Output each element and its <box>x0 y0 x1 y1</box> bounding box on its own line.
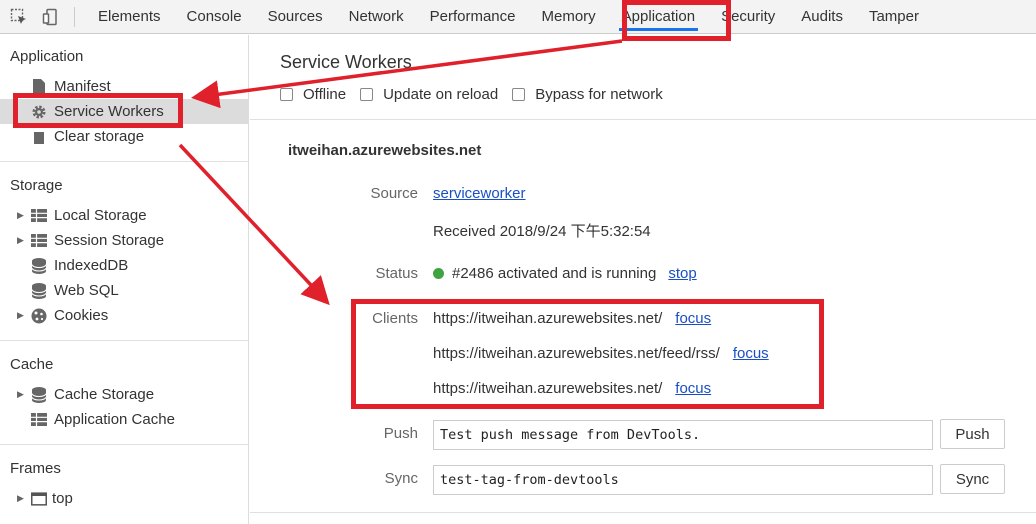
sidebar-item-label: Clear storage <box>54 128 145 145</box>
tab-tamper[interactable]: Tamper <box>856 0 932 33</box>
tab-memory[interactable]: Memory <box>529 0 609 33</box>
inspect-element-icon[interactable] <box>8 0 30 34</box>
database-icon <box>31 257 47 274</box>
sidebar-item-label: IndexedDB <box>54 257 129 274</box>
sidebar-item-indexeddb[interactable]: IndexedDB <box>0 253 248 278</box>
tab-network[interactable]: Network <box>336 0 417 33</box>
devtools-tabbar: Elements Console Sources Network Performance… <box>0 0 1036 34</box>
expand-arrow-icon[interactable]: ▶ <box>17 310 24 321</box>
highlight-application-tab <box>622 0 731 41</box>
tab-elements[interactable]: Elements <box>85 0 174 33</box>
source-label: Source <box>370 185 418 202</box>
expand-arrow-icon[interactable]: ▶ <box>17 389 24 400</box>
sync-tag-input[interactable] <box>433 465 933 495</box>
tab-console[interactable]: Console <box>174 0 255 33</box>
page-title: Service Workers <box>280 52 412 72</box>
sidebar-item-label: top <box>52 490 73 507</box>
panel-divider <box>250 119 1036 120</box>
highlight-clients <box>351 299 824 409</box>
options-row: Offline Update on reload Bypass for netw… <box>280 86 677 103</box>
toolbar-divider <box>74 6 75 27</box>
sidebar-item-label: Local Storage <box>54 207 147 224</box>
push-message-input[interactable] <box>433 420 933 450</box>
update-on-reload-label: Update on reload <box>383 86 499 103</box>
sidebar-divider <box>0 444 248 445</box>
status-text: #2486 activated and is running <box>452 265 657 282</box>
frame-icon <box>31 491 47 507</box>
tab-performance[interactable]: Performance <box>417 0 529 33</box>
sidebar-item-application-cache[interactable]: Application Cache <box>0 407 248 432</box>
trash-icon <box>31 129 47 145</box>
sidebar-item-cookies[interactable]: ▶ Cookies <box>0 303 248 328</box>
expand-arrow-icon[interactable]: ▶ <box>17 493 24 504</box>
device-toolbar-icon[interactable] <box>40 0 62 34</box>
bypass-for-network-option[interactable]: Bypass for network <box>512 86 663 103</box>
received-time: Received 2018/9/24 下午5:32:54 <box>433 223 651 240</box>
expand-arrow-icon[interactable]: ▶ <box>17 210 24 221</box>
tab-audits[interactable]: Audits <box>788 0 856 33</box>
section-title-application: Application <box>10 48 84 65</box>
update-on-reload-option[interactable]: Update on reload <box>360 86 498 103</box>
cookie-icon <box>31 308 47 324</box>
database-icon <box>31 386 47 403</box>
section-title-frames: Frames <box>10 460 61 477</box>
database-icon <box>31 282 47 299</box>
bypass-for-network-checkbox[interactable] <box>512 88 526 101</box>
worker-origin: itweihan.azurewebsites.net <box>288 142 482 159</box>
offline-label: Offline <box>303 86 347 103</box>
sync-button[interactable]: Sync <box>940 464 1005 494</box>
sidebar-divider <box>0 161 248 162</box>
sidebar-item-web-sql[interactable]: Web SQL <box>0 278 248 303</box>
sidebar-item-label: Cookies <box>54 307 109 324</box>
update-on-reload-checkbox[interactable] <box>360 88 374 101</box>
sidebar-item-label: Application Cache <box>54 411 175 428</box>
sync-label: Sync <box>384 470 418 487</box>
sidebar-item-top-frame[interactable]: ▶ top <box>0 486 248 511</box>
status-label: Status <box>375 265 418 282</box>
sidebar-item-label: Cache Storage <box>54 386 155 403</box>
push-button[interactable]: Push <box>940 419 1005 449</box>
tab-sources[interactable]: Sources <box>255 0 336 33</box>
service-workers-panel: Service Workers Offline Update on reload… <box>250 35 1036 524</box>
offline-option[interactable]: Offline <box>280 86 346 103</box>
grid-icon <box>31 233 47 249</box>
bypass-for-network-label: Bypass for network <box>535 86 663 103</box>
panel-divider <box>250 512 1036 513</box>
source-link[interactable]: serviceworker <box>433 185 526 202</box>
grid-icon <box>31 208 47 224</box>
section-title-storage: Storage <box>10 177 63 194</box>
sidebar-item-label: Session Storage <box>54 232 165 249</box>
status-running-dot <box>433 268 444 279</box>
sidebar-divider <box>0 340 248 341</box>
offline-checkbox[interactable] <box>280 88 293 101</box>
sidebar-item-local-storage[interactable]: ▶ Local Storage <box>0 203 248 228</box>
stop-link[interactable]: stop <box>668 265 696 282</box>
section-title-cache: Cache <box>10 356 54 373</box>
sidebar-item-session-storage[interactable]: ▶ Session Storage <box>0 228 248 253</box>
sidebar-item-label: Web SQL <box>54 282 119 299</box>
expand-arrow-icon[interactable]: ▶ <box>17 235 24 246</box>
push-label: Push <box>383 425 418 442</box>
grid-icon <box>31 412 47 428</box>
sidebar-item-cache-storage[interactable]: ▶ Cache Storage <box>0 382 248 407</box>
highlight-service-workers <box>13 93 183 128</box>
